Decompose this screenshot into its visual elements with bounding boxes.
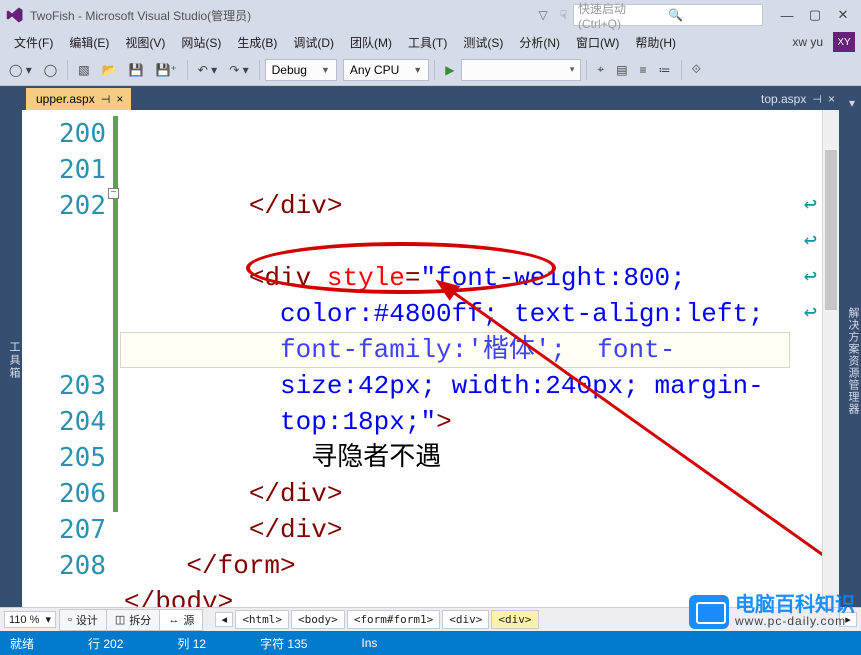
breadcrumb-body[interactable]: <body> [291, 610, 345, 629]
menu-view[interactable]: 视图(V) [117, 31, 173, 54]
tab-overflow-button[interactable]: ▾ [843, 96, 861, 110]
save-button[interactable]: 💾 [124, 59, 149, 81]
view-tab-design[interactable]: ▫设计 [59, 609, 107, 631]
tab-label: upper.aspx [36, 92, 95, 106]
designer-view-bar: 110 %▾ ▫设计 ◫拆分 ↔源 ◂ <html> <body> <form#… [0, 607, 861, 631]
menu-analyze[interactable]: 分析(N) [511, 31, 568, 54]
crumb-next-button[interactable]: ▸ [839, 612, 857, 627]
status-line: 行 202 [88, 635, 123, 652]
close-button[interactable]: ✕ [829, 4, 857, 26]
menu-test[interactable]: 测试(S) [455, 31, 511, 54]
window-title: TwoFish - Microsoft Visual Studio(管理员) [30, 7, 251, 24]
notifications-icon[interactable]: ▽ [538, 8, 547, 22]
standard-toolbar: ◯ ▾ ◯ ▧ 📂 💾 💾⁺ ↶ ▾ ↷ ▾ Debug▼ Any CPU▼ ▶… [0, 54, 861, 86]
view-tab-split[interactable]: ◫拆分 [106, 609, 160, 631]
code-surface[interactable]: − </div> <div style="font-weight:800; co… [120, 110, 839, 607]
word-wrap-icon: ↩ [804, 260, 817, 296]
menu-tools[interactable]: 工具(T) [400, 31, 455, 54]
signed-in-user[interactable]: xw yu [792, 35, 823, 49]
menu-build[interactable]: 生成(B) [229, 31, 285, 54]
minimize-button[interactable]: — [773, 4, 801, 26]
menu-debug[interactable]: 调试(D) [285, 31, 342, 54]
save-all-button[interactable]: 💾⁺ [150, 59, 181, 81]
menu-bar: 文件(F) 编辑(E) 视图(V) 网站(S) 生成(B) 调试(D) 团队(M… [0, 30, 861, 54]
rail-solution-explorer[interactable]: 解决方案资源管理器 [845, 114, 861, 607]
word-wrap-icon: ↩ [804, 224, 817, 260]
tab-label: top.aspx [761, 92, 806, 106]
status-ready: 就绪 [10, 635, 34, 652]
status-ins: Ins [361, 636, 377, 650]
zoom-dropdown[interactable]: 110 %▾ [4, 611, 56, 628]
status-char: 字符 135 [260, 635, 307, 652]
status-bar: 就绪 行 202 列 12 字符 135 Ins [0, 631, 861, 655]
vs-logo-icon [6, 6, 24, 24]
pin-icon[interactable]: ⊣ [101, 93, 111, 106]
solution-platform-dropdown[interactable]: Any CPU▼ [343, 59, 429, 81]
status-col: 列 12 [177, 635, 206, 652]
tool-btn-5[interactable]: ⟐ [687, 59, 706, 81]
open-file-button[interactable]: 📂 [97, 59, 122, 81]
quick-launch-placeholder: 快速启动 (Ctrl+Q) [578, 0, 668, 31]
outline-collapse-toggle[interactable]: − [108, 188, 119, 199]
word-wrap-icon: ↩ [804, 188, 817, 224]
tool-btn-4[interactable]: ≔ [654, 59, 676, 81]
breadcrumb-div2[interactable]: <div> [491, 610, 538, 629]
menu-help[interactable]: 帮助(H) [627, 31, 684, 54]
solution-config-dropdown[interactable]: Debug▼ [265, 59, 337, 81]
tab-top-aspx[interactable]: top.aspx ⊣ × [751, 88, 843, 110]
quick-launch-input[interactable]: 快速启动 (Ctrl+Q) 🔍 [573, 4, 763, 26]
tool-btn-3[interactable]: ≡ [635, 59, 652, 81]
tab-upper-aspx[interactable]: upper.aspx ⊣ × [26, 88, 131, 110]
search-icon: 🔍 [668, 8, 758, 22]
view-tab-source[interactable]: ↔源 [159, 609, 203, 631]
right-tool-rails: 解决方案资源管理器 团队资源管理器 属性 [839, 110, 861, 607]
document-tab-well: upper.aspx ⊣ × top.aspx ⊣ × ▾ [0, 86, 861, 110]
menu-window[interactable]: 窗口(W) [568, 31, 627, 54]
redo-button[interactable]: ↷ ▾ [224, 59, 253, 81]
breadcrumb-html[interactable]: <html> [235, 610, 289, 629]
user-avatar[interactable]: XY [833, 32, 855, 52]
new-project-button[interactable]: ▧ [73, 59, 94, 81]
tool-btn-1[interactable]: ⌖ [592, 59, 609, 81]
title-bar: TwoFish - Microsoft Visual Studio(管理员) ▽… [0, 0, 861, 30]
word-wrap-icon: ↩ [804, 296, 817, 332]
change-indicator [112, 110, 120, 607]
code-editor[interactable]: 200 201 202 203 204 205 206 207 208 [22, 110, 839, 607]
close-icon[interactable]: × [116, 92, 123, 106]
undo-button[interactable]: ↶ ▾ [193, 59, 222, 81]
menu-team[interactable]: 团队(M) [342, 31, 400, 54]
menu-file[interactable]: 文件(F) [6, 31, 61, 54]
start-debug-button[interactable]: ▶ [440, 59, 459, 81]
breadcrumb-form[interactable]: <form#form1> [347, 610, 440, 629]
feedback-icon[interactable]: ☟ [560, 8, 567, 22]
maximize-button[interactable]: ▢ [801, 4, 829, 26]
menu-website[interactable]: 网站(S) [173, 31, 229, 54]
nav-back-button[interactable]: ◯ ▾ [4, 59, 37, 81]
toolbox-rail[interactable]: 工具箱 [0, 110, 22, 607]
line-number-gutter: 200 201 202 203 204 205 206 207 208 [22, 110, 112, 607]
tool-btn-2[interactable]: ▤ [611, 59, 632, 81]
breadcrumb-div1[interactable]: <div> [442, 610, 489, 629]
pin-icon[interactable]: ⊣ [812, 93, 822, 106]
crumb-prev-button[interactable]: ◂ [215, 612, 233, 627]
browser-dropdown[interactable]: ▾ [461, 59, 581, 81]
close-icon[interactable]: × [828, 92, 835, 106]
nav-fwd-button[interactable]: ◯ [39, 59, 62, 81]
vertical-scrollbar[interactable] [822, 110, 839, 607]
menu-edit[interactable]: 编辑(E) [61, 31, 117, 54]
